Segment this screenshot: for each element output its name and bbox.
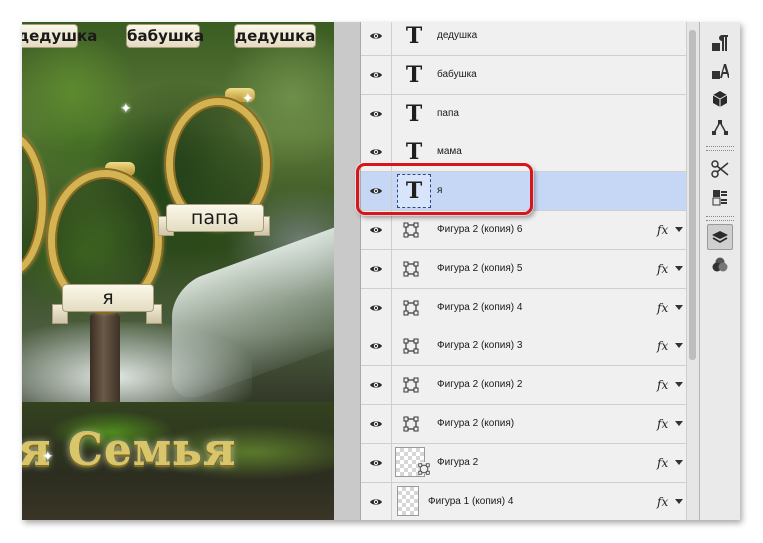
scrollbar-thumb[interactable] bbox=[689, 30, 696, 360]
shape-layer-icon bbox=[403, 300, 419, 316]
screenshot-frame: дедушка бабушка дедушка папа я я Семья ✦… bbox=[22, 22, 740, 520]
expand-effects-icon[interactable] bbox=[675, 343, 683, 349]
layer-name[interactable]: мама bbox=[437, 133, 462, 171]
layer-name[interactable]: Фигура 2 (копия) 2 bbox=[437, 366, 522, 404]
panel-dock bbox=[699, 22, 740, 520]
dock-separator bbox=[706, 216, 734, 221]
shape-layer-icon bbox=[403, 261, 419, 277]
layer-effects-badge[interactable]: fx bbox=[657, 444, 668, 482]
shape-layer-icon bbox=[418, 461, 430, 475]
layer-row[interactable]: Фигура 2 (копия) 2 fx bbox=[361, 366, 687, 406]
layers-icon[interactable] bbox=[707, 224, 733, 250]
sparkle: ✦ bbox=[42, 448, 54, 464]
visibility-eye-icon[interactable] bbox=[361, 288, 392, 327]
layer-name[interactable]: Фигура 2 (копия) 5 bbox=[437, 250, 522, 288]
layer-row[interactable]: Фигура 1 (копия) 4 fx bbox=[361, 482, 687, 520]
layer-row[interactable]: Фигура 2 (копия) 4 fx bbox=[361, 288, 687, 328]
visibility-eye-icon[interactable] bbox=[361, 172, 392, 211]
layer-effects-badge[interactable]: fx bbox=[657, 366, 668, 404]
expand-effects-icon[interactable] bbox=[675, 227, 683, 232]
visibility-eye-icon[interactable] bbox=[361, 405, 392, 443]
layer-thumbnail bbox=[395, 446, 430, 477]
shape-layer-icon bbox=[403, 377, 419, 393]
layer-name[interactable]: Фигура 2 (копия) 4 bbox=[437, 289, 522, 327]
layer-effects-badge[interactable]: fx bbox=[657, 483, 668, 520]
layer-name[interactable]: Фигура 2 bbox=[437, 444, 478, 482]
family-title-text: я Семья bbox=[22, 425, 237, 476]
dock-separator bbox=[706, 146, 734, 151]
layer-row[interactable]: Tмама bbox=[361, 133, 687, 173]
layer-effects-badge[interactable]: fx bbox=[657, 289, 668, 327]
layer-thumbnail bbox=[397, 485, 419, 516]
sparkle: ✦ bbox=[120, 100, 132, 116]
visibility-eye-icon[interactable] bbox=[361, 133, 392, 172]
character-style-icon[interactable] bbox=[707, 58, 733, 84]
channels-icon[interactable] bbox=[707, 252, 733, 278]
layer-row[interactable]: Фигура 2 fx bbox=[361, 443, 687, 483]
layer-row[interactable]: Фигура 2 (копия) 5 fx bbox=[361, 249, 687, 289]
visibility-eye-icon[interactable] bbox=[361, 482, 392, 520]
shape-layer-icon bbox=[403, 338, 419, 354]
ribbon-dedushka-left: дедушка bbox=[22, 24, 97, 48]
layer-name[interactable]: Фигура 1 (копия) 4 bbox=[428, 483, 513, 520]
layer-name[interactable]: дедушка bbox=[437, 22, 477, 55]
properties-icon[interactable] bbox=[707, 184, 733, 210]
ribbon-papa: папа bbox=[166, 204, 264, 232]
visibility-eye-icon[interactable] bbox=[361, 211, 392, 249]
sparkle: ✦ bbox=[242, 90, 254, 106]
3d-icon[interactable] bbox=[707, 86, 733, 112]
text-layer-icon: T bbox=[405, 100, 423, 127]
expand-effects-icon[interactable] bbox=[675, 498, 683, 504]
visibility-eye-icon[interactable] bbox=[361, 94, 392, 133]
layer-row[interactable]: Фигура 2 (копия) 6 fx bbox=[361, 211, 687, 250]
layers-panel: Tдедушка Tбабушка Tпапа Tмама Tя Фигура 2 (ко… bbox=[360, 22, 687, 520]
layer-name[interactable]: я bbox=[437, 172, 442, 210]
document-canvas[interactable]: дедушка бабушка дедушка папа я я Семья ✦… bbox=[22, 22, 334, 520]
layer-name[interactable]: бабушка bbox=[437, 56, 477, 94]
ribbon-me: я bbox=[62, 284, 154, 312]
layers-list: Tдедушка Tбабушка Tпапа Tмама Tя Фигура 2 (ко… bbox=[361, 22, 687, 520]
layer-name[interactable]: Фигура 2 (копия) bbox=[437, 405, 514, 443]
text-layer-icon: T bbox=[405, 61, 423, 88]
expand-effects-icon[interactable] bbox=[675, 421, 683, 426]
layer-effects-badge[interactable]: fx bbox=[657, 250, 668, 288]
ribbon-dedushka-right: дедушка bbox=[234, 24, 316, 48]
layer-effects-badge[interactable]: fx bbox=[657, 211, 668, 249]
layer-row[interactable]: Tя bbox=[361, 172, 687, 212]
visibility-eye-icon[interactable] bbox=[361, 366, 392, 405]
paths-icon[interactable] bbox=[707, 114, 733, 140]
paragraph-style-icon[interactable] bbox=[707, 30, 733, 56]
tool-presets-icon[interactable] bbox=[707, 156, 733, 182]
layers-scrollbar[interactable] bbox=[686, 22, 699, 520]
visibility-eye-icon[interactable] bbox=[361, 22, 392, 55]
ribbon-babushka: бабушка bbox=[126, 24, 204, 48]
layer-row[interactable]: Фигура 2 (копия) fx bbox=[361, 405, 687, 444]
expand-effects-icon[interactable] bbox=[675, 459, 683, 465]
visibility-eye-icon[interactable] bbox=[361, 443, 392, 482]
layer-effects-badge[interactable]: fx bbox=[657, 405, 668, 443]
text-layer-icon: T bbox=[405, 139, 423, 166]
layer-row[interactable]: Tдедушка bbox=[361, 22, 687, 56]
text-layer-icon: T bbox=[397, 174, 431, 209]
shape-layer-icon bbox=[403, 416, 419, 432]
visibility-eye-icon[interactable] bbox=[361, 55, 392, 94]
text-layer-icon: T bbox=[405, 23, 423, 49]
layer-name[interactable]: папа bbox=[437, 95, 459, 133]
layer-row[interactable]: Фигура 2 (копия) 3 fx bbox=[361, 327, 687, 367]
expand-effects-icon[interactable] bbox=[675, 304, 683, 310]
layer-effects-badge[interactable]: fx bbox=[657, 327, 668, 365]
visibility-eye-icon[interactable] bbox=[361, 249, 392, 288]
shape-layer-icon bbox=[403, 222, 419, 238]
expand-effects-icon[interactable] bbox=[675, 382, 683, 388]
layer-name[interactable]: Фигура 2 (копия) 6 bbox=[437, 211, 522, 249]
expand-effects-icon[interactable] bbox=[675, 265, 683, 271]
layer-row[interactable]: Tпапа bbox=[361, 94, 687, 134]
visibility-eye-icon[interactable] bbox=[361, 327, 392, 366]
layer-name[interactable]: Фигура 2 (копия) 3 bbox=[437, 327, 522, 365]
layer-row[interactable]: Tбабушка bbox=[361, 55, 687, 95]
